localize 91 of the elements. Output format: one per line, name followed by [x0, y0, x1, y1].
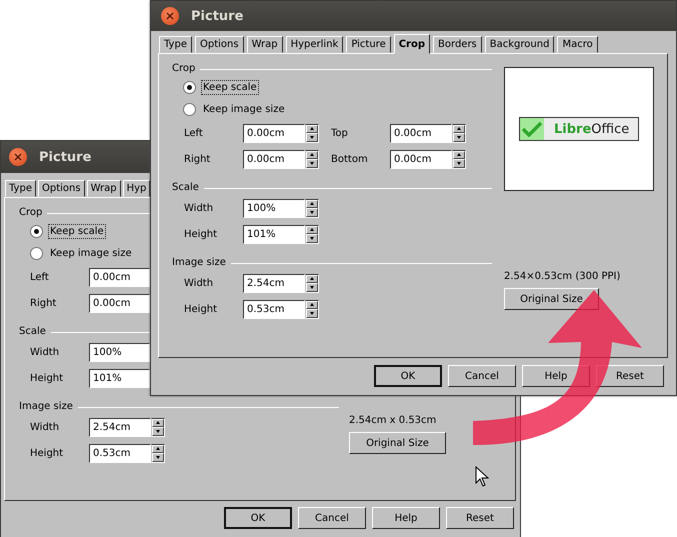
input-field[interactable]: 0.53cm: [89, 444, 151, 462]
radio-label[interactable]: Keep image size: [49, 246, 133, 260]
dialog-button[interactable]: Cancel: [298, 507, 366, 529]
check-icon: [522, 121, 542, 137]
input-field[interactable]: 2.54cm: [243, 274, 305, 292]
tab[interactable]: Borders: [433, 36, 482, 53]
spin-up-button[interactable]: [306, 274, 318, 283]
input-field[interactable]: 0.00cm: [390, 124, 452, 142]
tab[interactable]: Background: [484, 36, 554, 53]
field-label: Height: [184, 304, 218, 314]
spin-down-button[interactable]: [306, 159, 318, 168]
spin-down-button[interactable]: [152, 453, 164, 462]
field-label: Bottom: [331, 154, 369, 164]
spin-up-button[interactable]: [152, 418, 164, 427]
spin-up-button[interactable]: [453, 124, 465, 133]
spin-up-button[interactable]: [306, 124, 318, 133]
spin-down-button[interactable]: [306, 309, 318, 318]
input-field[interactable]: 100%: [243, 198, 305, 218]
input-field[interactable]: 0.00cm: [390, 150, 452, 168]
field-label: Left: [184, 128, 204, 138]
section-heading: Image size: [172, 256, 226, 268]
tab[interactable]: Crop: [394, 34, 430, 54]
input-field[interactable]: 0.00cm: [243, 150, 305, 168]
input-field[interactable]: 101%: [89, 368, 150, 388]
field-label: Width: [184, 278, 214, 288]
radio-label[interactable]: Keep image size: [202, 102, 286, 116]
field-label: Top: [331, 128, 349, 138]
tab[interactable]: Hyperlink: [286, 36, 344, 53]
dialog-button[interactable]: OK: [224, 507, 292, 529]
spin-up-button[interactable]: [152, 444, 164, 453]
dialog-button[interactable]: OK: [374, 365, 442, 387]
window-title: Picture: [39, 150, 92, 164]
field-label: Height: [184, 228, 218, 240]
section-heading: Scale: [19, 326, 46, 336]
section-heading: Scale: [172, 182, 199, 192]
dialog-button[interactable]: Reset: [446, 507, 514, 529]
radio-label[interactable]: Keep scale: [202, 80, 258, 94]
spin-up-button[interactable]: [306, 200, 318, 208]
dialog-button[interactable]: Help: [372, 507, 440, 529]
spin-up-button[interactable]: [306, 226, 318, 234]
input-field[interactable]: 2.54cm: [89, 418, 151, 436]
cursor-icon: [475, 466, 489, 488]
logo-text: LibreOffice: [554, 122, 630, 136]
spin-down-button[interactable]: [152, 427, 164, 436]
tab[interactable]: Hyp: [122, 180, 150, 197]
spin-down-button[interactable]: [453, 159, 465, 168]
original-size-button[interactable]: Original Size: [349, 432, 446, 454]
field-label: Width: [30, 422, 60, 432]
field-label: Left: [30, 272, 50, 282]
input-field[interactable]: 0.00cm: [89, 268, 150, 286]
tab[interactable]: Type: [159, 36, 192, 53]
spin-down-button[interactable]: [306, 283, 318, 292]
input-field[interactable]: 0.53cm: [243, 300, 305, 318]
dialog-button[interactable]: Cancel: [448, 365, 516, 387]
input-field[interactable]: 0.00cm: [89, 294, 150, 312]
size-info-text: 2.54cm x 0.53cm: [349, 414, 436, 428]
field-label: Width: [184, 202, 214, 214]
tab[interactable]: Type: [5, 180, 36, 197]
spin-up-button[interactable]: [453, 150, 465, 159]
spin-up-button[interactable]: [306, 300, 318, 309]
field-label: Height: [30, 372, 64, 384]
spin-up-button[interactable]: [306, 150, 318, 159]
radio-button[interactable]: [30, 224, 43, 238]
radio-label[interactable]: Keep scale: [49, 224, 105, 238]
spin-down-button[interactable]: [306, 234, 318, 242]
spin-down-button[interactable]: [306, 133, 318, 142]
spin-down-button[interactable]: [306, 208, 318, 216]
field-label: Right: [30, 298, 58, 308]
tab[interactable]: Picture: [346, 36, 391, 53]
window-title: Picture: [191, 8, 244, 24]
section-heading: Crop: [172, 62, 196, 74]
section-heading: Image size: [19, 400, 73, 412]
close-icon[interactable]: [9, 148, 27, 166]
input-field[interactable]: 101%: [243, 224, 305, 244]
close-icon[interactable]: [161, 7, 179, 25]
size-info-text: 2.54×0.53cm (300 PPI): [504, 270, 620, 284]
tab[interactable]: Options: [38, 180, 85, 197]
tab[interactable]: Wrap: [86, 180, 121, 197]
field-label: Width: [30, 346, 60, 358]
tab[interactable]: Wrap: [246, 36, 283, 53]
input-field[interactable]: 100%: [89, 342, 150, 362]
section-heading: Crop: [19, 206, 42, 218]
input-field[interactable]: 0.00cm: [243, 124, 305, 142]
field-label: Height: [30, 448, 64, 458]
tab[interactable]: Macro: [557, 36, 598, 53]
field-label: Right: [184, 154, 212, 164]
spin-down-button[interactable]: [453, 133, 465, 142]
radio-button[interactable]: [183, 80, 196, 94]
tab[interactable]: Options: [194, 36, 244, 53]
radio-button[interactable]: [183, 102, 196, 116]
radio-button[interactable]: [30, 246, 43, 260]
